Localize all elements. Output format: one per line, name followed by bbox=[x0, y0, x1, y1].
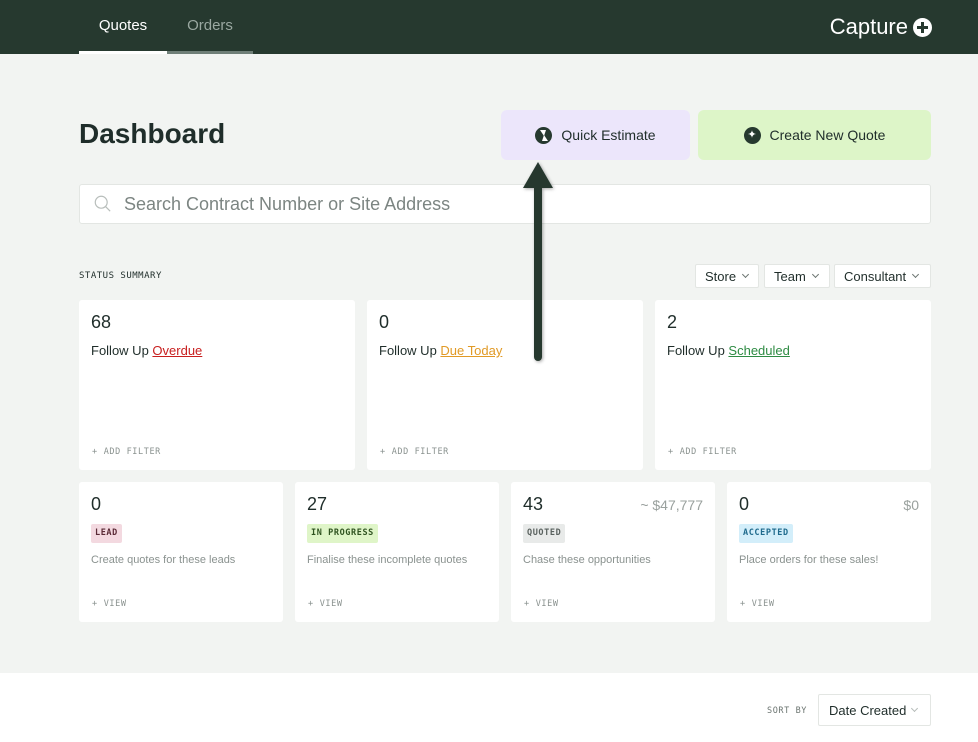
follow-up-status-link[interactable]: Scheduled bbox=[728, 343, 789, 358]
search-bar bbox=[79, 184, 931, 224]
brand-logo[interactable]: Capture bbox=[830, 12, 932, 42]
stage-accepted-card[interactable]: 0 $0 ACCEPTED Place orders for these sal… bbox=[727, 482, 931, 622]
plus-icon: + bbox=[668, 447, 674, 457]
status-badge: IN PROGRESS bbox=[307, 524, 378, 543]
view-label: VIEW bbox=[535, 599, 559, 609]
search-input[interactable] bbox=[124, 189, 914, 219]
team-filter-label: Team bbox=[774, 268, 806, 284]
follow-up-scheduled-card[interactable]: 2 Follow Up Scheduled + ADD FILTER bbox=[655, 300, 931, 470]
add-filter-button[interactable]: + ADD FILTER bbox=[92, 447, 161, 457]
plus-circle-icon bbox=[913, 17, 932, 37]
view-button[interactable]: + VIEW bbox=[92, 599, 127, 609]
team-filter[interactable]: Team bbox=[764, 264, 830, 288]
view-label: VIEW bbox=[751, 599, 775, 609]
sort-by-label: SORT BY bbox=[767, 706, 808, 716]
follow-up-prefix: Follow Up bbox=[91, 343, 149, 358]
stage-description: Place orders for these sales! bbox=[739, 554, 879, 566]
follow-up-title: Follow Up Scheduled bbox=[667, 343, 790, 358]
stage-count: 0 bbox=[91, 494, 102, 514]
stage-count: 43 bbox=[523, 494, 544, 514]
chevron-down-icon bbox=[912, 270, 920, 278]
follow-up-title: Follow Up Due Today bbox=[379, 343, 502, 358]
follow-up-count: 68 bbox=[91, 312, 112, 332]
top-nav-bar: Quotes Orders Capture bbox=[0, 0, 978, 54]
quick-estimate-button[interactable]: Quick Estimate bbox=[501, 110, 690, 160]
stage-description: Create quotes for these leads bbox=[91, 554, 236, 566]
create-new-quote-button[interactable]: ✦ Create New Quote bbox=[698, 110, 931, 160]
follow-up-overdue-card[interactable]: 68 Follow Up Overdue + ADD FILTER bbox=[79, 300, 355, 470]
view-label: VIEW bbox=[319, 599, 343, 609]
stage-in-progress-card[interactable]: 27 IN PROGRESS Finalise these incomplete… bbox=[295, 482, 499, 622]
search-icon bbox=[94, 195, 111, 212]
store-filter-label: Store bbox=[705, 268, 737, 284]
stage-lead-card[interactable]: 0 LEAD Create quotes for these leads + VI… bbox=[79, 482, 283, 622]
plus-icon: + bbox=[740, 599, 746, 609]
stage-amount: ~ $47,777 bbox=[640, 497, 703, 513]
brand-name: Capture bbox=[829, 14, 908, 39]
status-summary-label: STATUS SUMMARY bbox=[79, 271, 162, 281]
page-title: Dashboard bbox=[79, 118, 226, 149]
follow-up-status-link[interactable]: Overdue bbox=[152, 343, 202, 358]
view-button[interactable]: + VIEW bbox=[524, 599, 559, 609]
follow-up-status-link[interactable]: Due Today bbox=[440, 343, 502, 358]
plus-icon: + bbox=[308, 599, 314, 609]
plus-icon: + bbox=[92, 599, 98, 609]
sort-by-select[interactable]: Date Created bbox=[818, 694, 931, 726]
follow-up-count: 2 bbox=[667, 312, 678, 332]
store-filter[interactable]: Store bbox=[695, 264, 759, 288]
follow-up-title: Follow Up Overdue bbox=[91, 343, 202, 358]
consultant-filter[interactable]: Consultant bbox=[834, 264, 931, 288]
plus-icon: + bbox=[92, 447, 98, 457]
quick-estimate-label: Quick Estimate bbox=[561, 127, 656, 143]
plus-icon: + bbox=[380, 447, 386, 457]
chevron-down-icon bbox=[742, 270, 750, 278]
status-badge: ACCEPTED bbox=[739, 524, 793, 543]
follow-up-due-today-card[interactable]: 0 Follow Up Due Today + ADD FILTER bbox=[367, 300, 643, 470]
chevron-down-icon bbox=[811, 270, 819, 278]
stage-description: Finalise these incomplete quotes bbox=[307, 554, 468, 566]
add-filter-button[interactable]: + ADD FILTER bbox=[668, 447, 737, 457]
follow-up-count: 0 bbox=[379, 312, 390, 332]
bolt-icon bbox=[535, 126, 553, 144]
sort-by-value: Date Created bbox=[829, 702, 907, 718]
chevron-down-icon bbox=[911, 704, 919, 712]
create-new-quote-label: Create New Quote bbox=[769, 127, 886, 143]
add-filter-button[interactable]: + ADD FILTER bbox=[380, 447, 449, 457]
plus-icon: + bbox=[524, 599, 530, 609]
add-filter-label: ADD FILTER bbox=[679, 447, 737, 457]
stage-count: 0 bbox=[739, 494, 750, 514]
status-badge: LEAD bbox=[91, 524, 122, 543]
stage-amount: $0 bbox=[903, 497, 919, 513]
add-filter-label: ADD FILTER bbox=[391, 447, 449, 457]
stage-description: Chase these opportunities bbox=[523, 554, 651, 566]
view-label: VIEW bbox=[103, 599, 127, 609]
view-button[interactable]: + VIEW bbox=[740, 599, 775, 609]
stage-count: 27 bbox=[307, 494, 328, 514]
stage-quoted-card[interactable]: 43 ~ $47,777 QUOTED Chase these opportun… bbox=[511, 482, 715, 622]
view-button[interactable]: + VIEW bbox=[308, 599, 343, 609]
add-filter-label: ADD FILTER bbox=[103, 447, 161, 457]
tab-orders[interactable]: Orders bbox=[167, 0, 253, 54]
status-badge: QUOTED bbox=[523, 524, 566, 543]
sparkle-icon: ✦ bbox=[743, 126, 761, 144]
follow-up-prefix: Follow Up bbox=[667, 343, 725, 358]
consultant-filter-label: Consultant bbox=[844, 268, 907, 284]
follow-up-prefix: Follow Up bbox=[379, 343, 437, 358]
tab-quotes[interactable]: Quotes bbox=[79, 0, 167, 54]
